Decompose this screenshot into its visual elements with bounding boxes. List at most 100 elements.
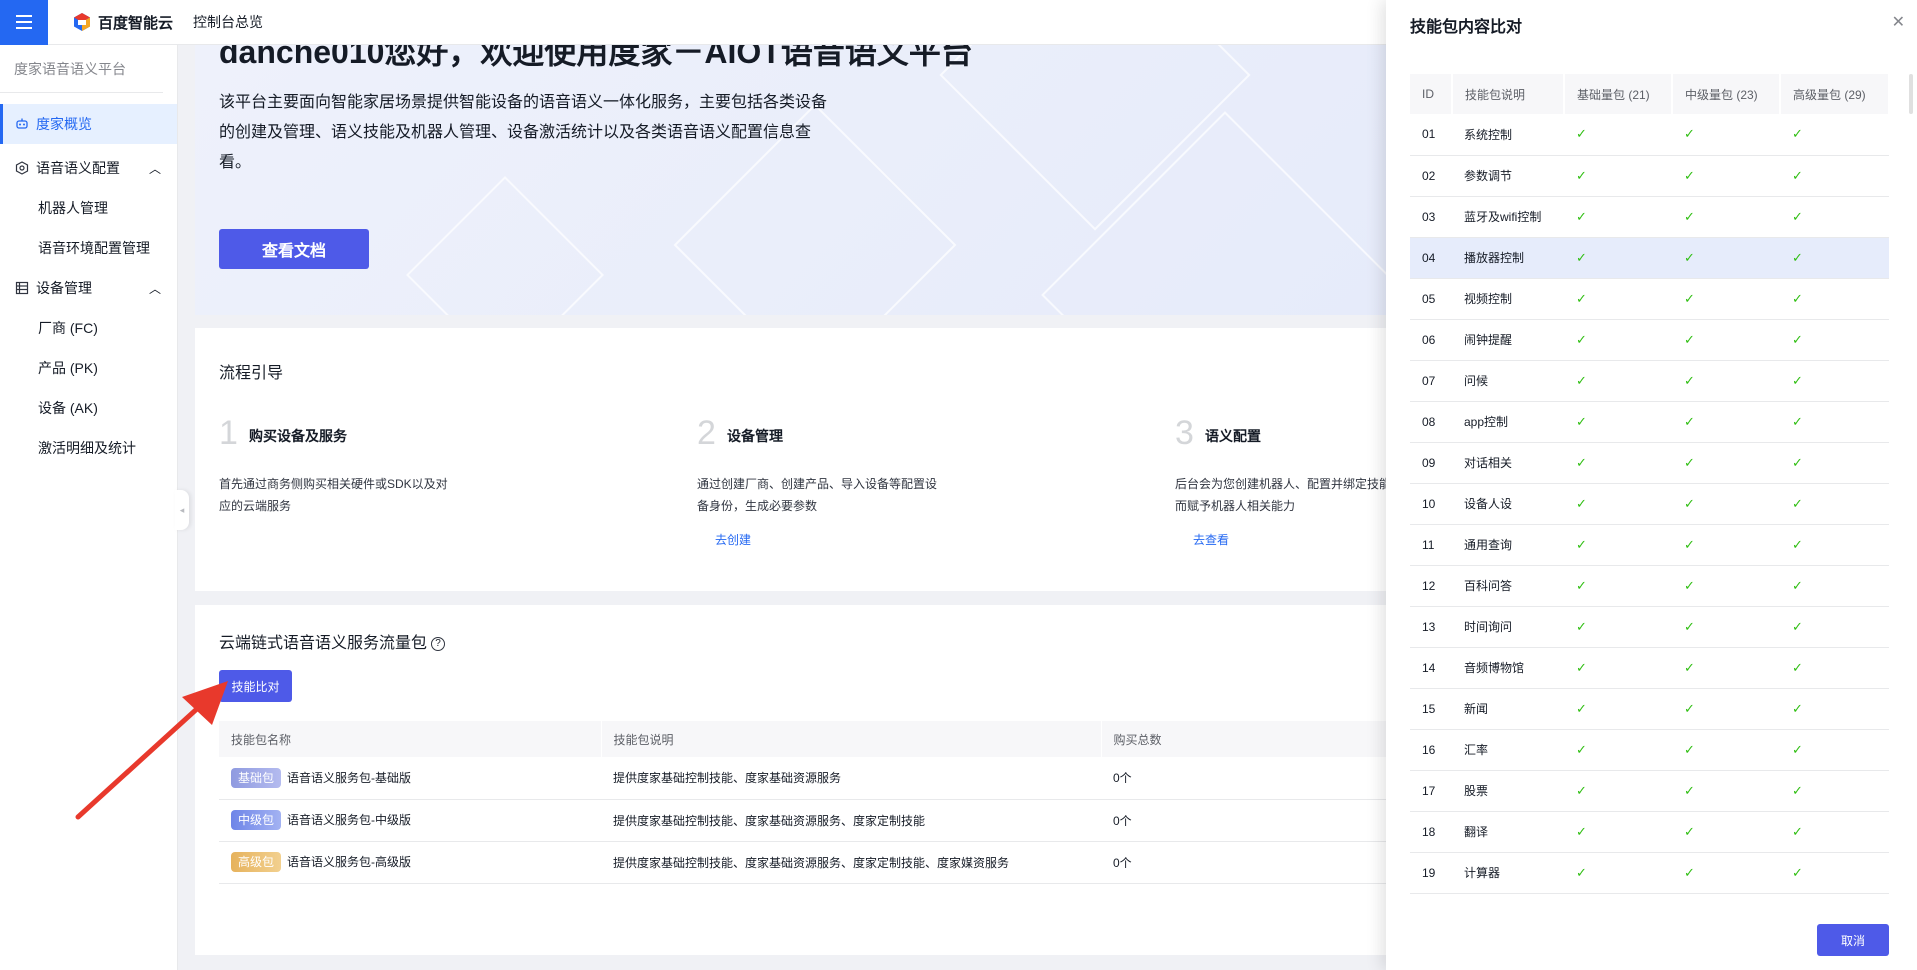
check-cell: ✓ [1780,196,1889,238]
skill-id-cell: 18 [1410,811,1452,853]
logo[interactable]: 百度智能云 [72,12,173,33]
flow-guide-title: 流程引导 [219,365,284,382]
check-icon: ✓ [1576,782,1587,798]
check-icon: ✓ [1684,618,1695,634]
help-icon[interactable]: ? [431,636,446,651]
check-icon: ✓ [1792,372,1803,388]
table-row: 中级包 语音语义服务包-中级版 提供度家基础控制技能、度家基础资源服务、度家定制技… [219,799,1395,842]
check-cell: ✓ [1672,647,1780,689]
check-cell: ✓ [1780,729,1889,771]
check-icon: ✓ [1684,331,1695,347]
sidebar-item-product[interactable]: 产品 (PK) [0,348,177,388]
check-icon: ✓ [1576,249,1587,265]
check-icon: ✓ [1684,536,1695,552]
drawer-scrollbar[interactable] [1909,74,1913,114]
sidebar-item-device[interactable]: 设备 (AK) [0,388,177,428]
go-view-link[interactable]: 去查看 [1193,531,1229,548]
sidebar-item-device-management[interactable]: 设备管理 ︿ [0,268,177,308]
check-cell: ✓ [1564,483,1672,525]
table-row: 07 问候 ✓ ✓ ✓ [1410,360,1889,402]
table-row: 06 闹钟提醒 ✓ ✓ ✓ [1410,319,1889,361]
table-row: 04 播放器控制 ✓ ✓ ✓ [1410,237,1889,279]
sidebar-item-activation-stats[interactable]: 激活明细及统计 [0,428,177,468]
check-icon: ✓ [1684,577,1695,593]
check-cell: ✓ [1564,401,1672,443]
hamburger-icon-line [16,27,32,29]
column-header: 技能包说明 [601,721,1102,757]
chevron-left-icon: ◂ [179,504,185,515]
check-cell: ✓ [1672,852,1780,894]
hero-title: danche010您好，欢迎使用度家－AIOT语音语义平台 [219,45,973,70]
chevron-up-icon: ︿ [148,281,161,296]
sidebar-item-voice-config[interactable]: 语音语义配置 ︿ [0,148,177,188]
close-icon[interactable]: ✕ [1892,12,1905,32]
skill-name-cell: 翻译 [1452,811,1564,853]
check-icon: ✓ [1684,659,1695,675]
check-cell: ✓ [1564,524,1672,566]
check-cell: ✓ [1780,606,1889,648]
check-icon: ✓ [1576,413,1587,429]
sidebar: 度家语音语义平台 度家概览 语音语义配置 ︿ 机器人管理 语音环境配置管理 设备… [0,45,178,970]
package-name-cell: 高级包 语音语义服务包-高级版 [219,841,601,884]
table-row: 11 通用查询 ✓ ✓ ✓ [1410,524,1889,566]
check-icon: ✓ [1576,208,1587,224]
check-icon: ✓ [1792,864,1803,880]
check-cell: ✓ [1672,811,1780,853]
skill-name-cell: 计算器 [1452,852,1564,894]
table-row: 10 设备人设 ✓ ✓ ✓ [1410,483,1889,525]
check-icon: ✓ [1792,167,1803,183]
sidebar-collapse-handle[interactable]: ◂ [175,490,189,530]
check-cell: ✓ [1672,237,1780,279]
check-icon: ✓ [1684,741,1695,757]
table-row: 16 汇率 ✓ ✓ ✓ [1410,729,1889,771]
flow-guide-card: 流程引导 1 购买设备及服务 首先通过商务侧购买相关硬件或SDK以及对应的云端服… [195,328,1415,591]
hero-banner: danche010您好，欢迎使用度家－AIOT语音语义平台 该平台主要面向智能家… [195,45,1395,315]
skill-id-cell: 03 [1410,196,1452,238]
check-icon: ✓ [1576,536,1587,552]
sidebar-item-vendor[interactable]: 厂商 (FC) [0,308,177,348]
check-cell: ✓ [1564,852,1672,894]
check-cell: ✓ [1564,442,1672,484]
check-icon: ✓ [1792,823,1803,839]
check-cell: ✓ [1672,565,1780,607]
check-icon: ✓ [1792,577,1803,593]
package-name-cell: 中级包 语音语义服务包-中级版 [219,799,601,842]
column-header: 中级量包 (23) [1672,74,1781,114]
step-number: 3 [1175,414,1194,452]
check-icon: ✓ [1576,331,1587,347]
check-cell: ✓ [1780,401,1889,443]
check-cell: ✓ [1564,155,1672,197]
skill-id-cell: 06 [1410,319,1452,361]
column-header: 技能包说明 [1452,74,1565,114]
check-icon: ✓ [1792,700,1803,716]
sidebar-item-overview[interactable]: 度家概览 [0,104,177,144]
check-icon: ✓ [1792,249,1803,265]
check-cell: ✓ [1672,155,1780,197]
skill-id-cell: 19 [1410,852,1452,894]
skill-id-cell: 08 [1410,401,1452,443]
check-icon: ✓ [1684,495,1695,511]
sidebar-item-robot-management[interactable]: 机器人管理 [0,188,177,228]
table-row: 18 翻译 ✓ ✓ ✓ [1410,811,1889,853]
skill-id-cell: 10 [1410,483,1452,525]
check-icon: ✓ [1684,413,1695,429]
step-title: 购买设备及服务 [249,428,347,444]
go-create-link[interactable]: 去创建 [715,531,751,548]
skill-id-cell: 04 [1410,237,1452,279]
check-cell: ✓ [1780,852,1889,894]
skill-name-cell: 音频博物馆 [1452,647,1564,689]
check-cell: ✓ [1780,278,1889,320]
menu-button[interactable] [0,0,48,45]
check-icon: ✓ [1576,577,1587,593]
column-header: 高级量包 (29) [1780,74,1890,114]
check-icon: ✓ [1684,290,1695,306]
check-icon: ✓ [1576,454,1587,470]
column-header: 购买总数 [1101,721,1395,757]
cancel-button[interactable]: 取消 [1817,924,1889,956]
console-link[interactable]: 控制台总览 [193,12,263,32]
view-docs-button[interactable]: 查看文档 [219,229,369,269]
check-icon: ✓ [1792,782,1803,798]
chevron-up-icon: ︿ [148,161,161,176]
sidebar-item-voice-env-config[interactable]: 语音环境配置管理 [0,228,177,268]
check-icon: ✓ [1792,454,1803,470]
